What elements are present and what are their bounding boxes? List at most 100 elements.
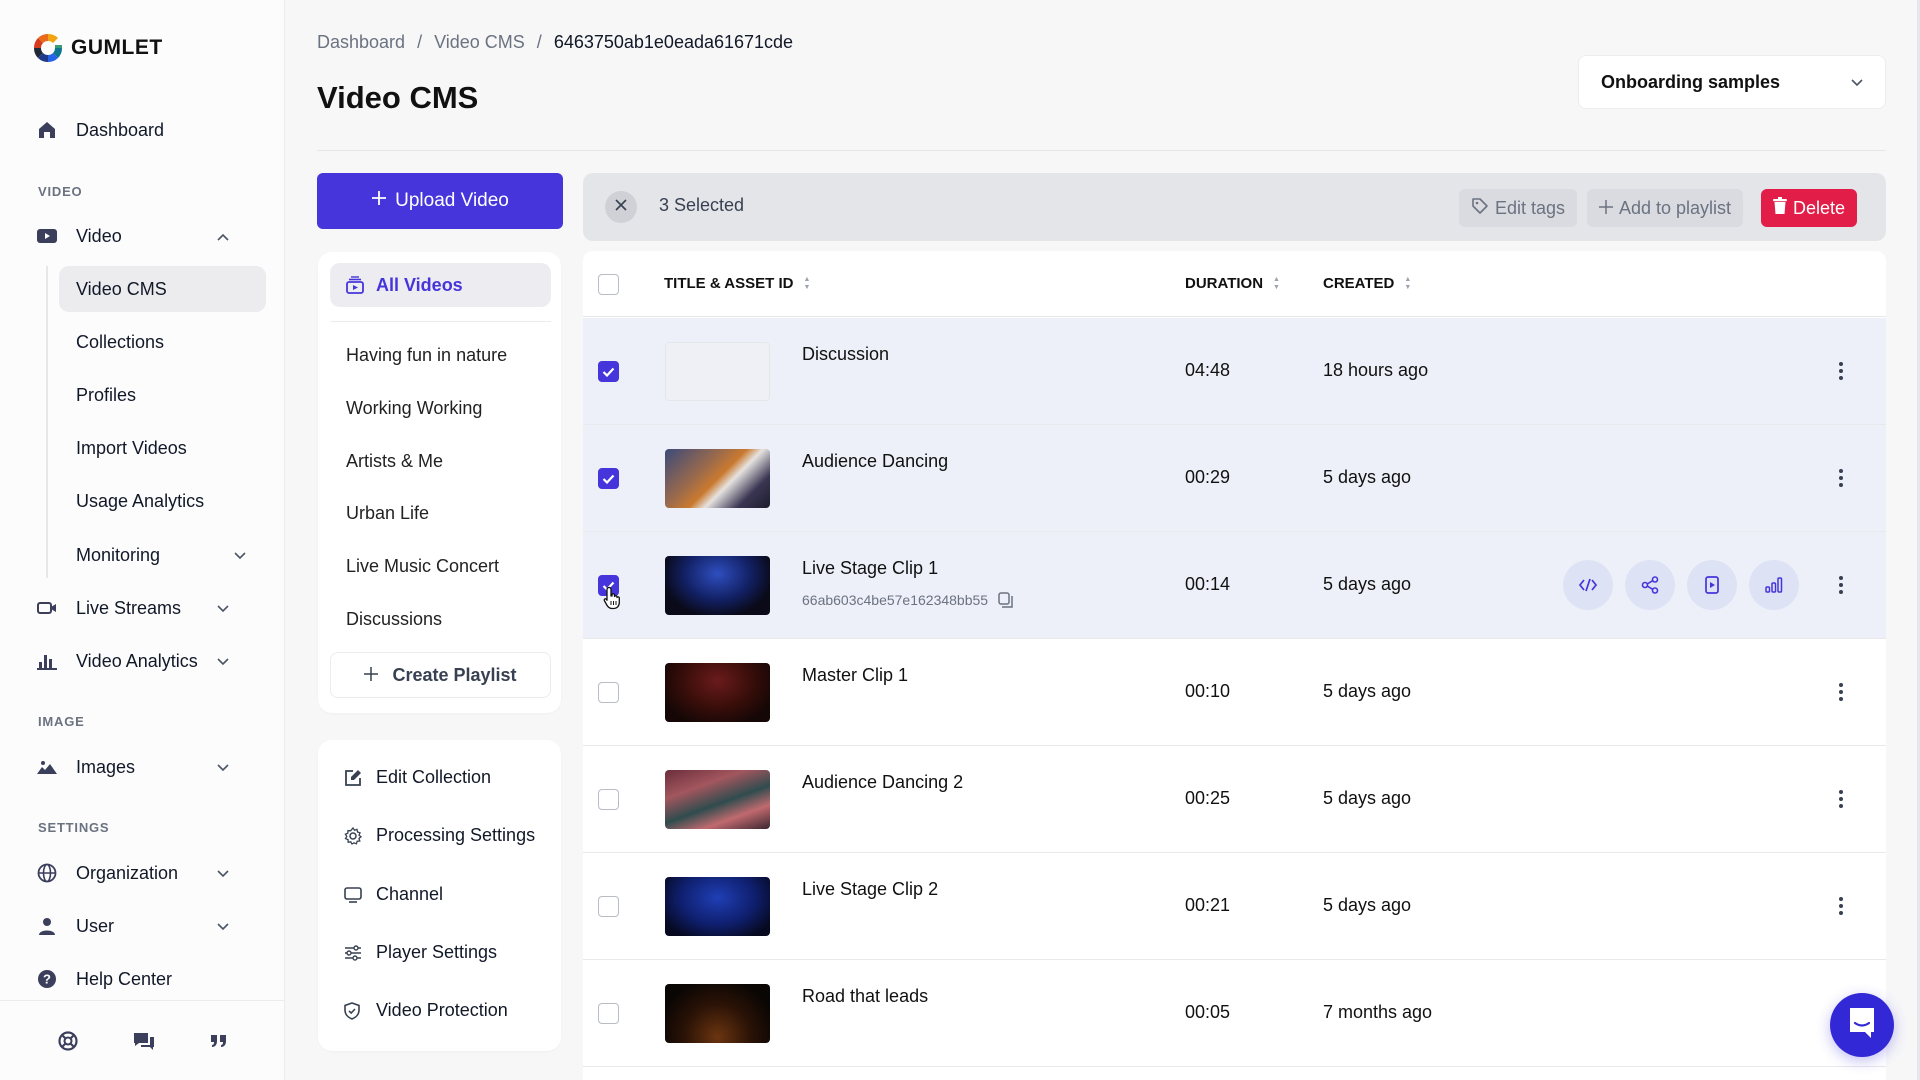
bar-chart-icon (36, 650, 58, 672)
more-options-icon[interactable] (1832, 572, 1850, 598)
video-title[interactable]: Discussion (802, 344, 889, 365)
monitor-icon (344, 886, 364, 903)
video-title[interactable]: Live Stage Clip 2 (802, 879, 938, 900)
row-checkbox[interactable] (598, 1003, 619, 1024)
sidebar-item-video[interactable]: Video (36, 214, 251, 258)
video-thumbnail[interactable] (665, 877, 770, 936)
more-options-icon[interactable] (1832, 465, 1850, 491)
playlist-item[interactable]: Urban Life (346, 503, 429, 524)
chevron-down-icon (1851, 74, 1863, 90)
analytics-button[interactable] (1749, 560, 1799, 610)
sidebar-item-import-videos[interactable]: Import Videos (59, 425, 266, 471)
column-header-label: DURATION (1185, 275, 1264, 292)
video-title[interactable]: Audience Dancing (802, 451, 948, 472)
column-header-title[interactable]: TITLE & ASSET ID ▲ ▼ (664, 275, 810, 292)
table-row[interactable]: Audience Dancing 2 00:25 5 days ago (583, 746, 1886, 853)
sidebar-item-monitoring[interactable]: Monitoring (59, 532, 266, 578)
plus-icon (364, 664, 379, 687)
video-thumbnail[interactable] (665, 556, 770, 615)
row-checkbox[interactable] (598, 682, 619, 703)
gumlet-logo-icon (33, 33, 63, 63)
select-all-checkbox[interactable] (598, 274, 619, 295)
table-row[interactable]: Road that leads 00:05 7 months ago (583, 960, 1886, 1067)
sidebar-item-profiles[interactable]: Profiles (59, 372, 266, 418)
playlist-all-videos[interactable]: All Videos (330, 263, 551, 307)
more-options-icon[interactable] (1832, 358, 1850, 384)
sidebar-item-user[interactable]: User (36, 904, 251, 948)
column-header-duration[interactable]: DURATION ▲ ▼ (1185, 275, 1280, 292)
player-settings-link[interactable]: Player Settings (344, 942, 497, 963)
video-thumbnail[interactable] (665, 449, 770, 508)
quote-icon[interactable] (210, 1034, 228, 1048)
sidebar-item-images[interactable]: Images (36, 745, 251, 789)
more-options-icon[interactable] (1832, 679, 1850, 705)
row-checkbox[interactable] (598, 575, 619, 596)
playlist-item[interactable]: Having fun in nature (346, 345, 507, 366)
sidebar-item-label: User (76, 915, 115, 936)
channel-link[interactable]: Channel (344, 884, 443, 905)
video-thumbnail[interactable] (665, 342, 770, 401)
share-button[interactable] (1625, 560, 1675, 610)
collection-select[interactable]: Onboarding samples (1578, 55, 1886, 109)
row-checkbox[interactable] (598, 896, 619, 917)
lifebuoy-icon[interactable] (57, 1030, 78, 1051)
sidebar-item-video-analytics[interactable]: Video Analytics (36, 639, 251, 683)
video-title[interactable]: Audience Dancing 2 (802, 772, 963, 793)
row-checkbox[interactable] (598, 789, 619, 810)
video-play-icon (36, 225, 58, 247)
video-title[interactable]: Road that leads (802, 986, 928, 1007)
row-checkbox[interactable] (598, 361, 619, 382)
column-header-created[interactable]: CREATED ▲ ▼ (1323, 275, 1411, 292)
video-title[interactable]: Master Clip 1 (802, 665, 908, 686)
playlist-item[interactable]: Discussions (346, 609, 442, 630)
table-row[interactable]: Live Stage Clip 2 00:21 5 days ago (583, 853, 1886, 960)
table-row[interactable]: Discussion 04:48 18 hours ago (583, 318, 1886, 425)
gear-icon (344, 826, 364, 845)
sidebar-item-video-cms[interactable]: Video CMS (59, 266, 266, 312)
delete-button[interactable]: Delete (1761, 189, 1858, 227)
video-thumbnail[interactable] (665, 663, 770, 722)
processing-settings-link[interactable]: Processing Settings (344, 825, 535, 846)
sidebar-item-dashboard[interactable]: Dashboard (36, 108, 251, 152)
all-videos-label: All Videos (376, 274, 463, 295)
sidebar-item-collections[interactable]: Collections (59, 319, 266, 365)
more-options-icon[interactable] (1832, 786, 1850, 812)
logo[interactable]: GUMLET (33, 33, 163, 63)
play-preview-button[interactable] (1687, 560, 1737, 610)
help-circle-icon: ? (36, 968, 58, 990)
clear-selection-button[interactable] (605, 191, 637, 223)
column-header-label: CREATED (1323, 275, 1395, 292)
upload-video-button[interactable]: Upload Video (317, 173, 563, 229)
breadcrumb-dashboard[interactable]: Dashboard (317, 32, 405, 53)
video-thumbnail[interactable] (665, 770, 770, 829)
sidebar-item-help-center[interactable]: ? Help Center (36, 957, 251, 1001)
row-checkbox[interactable] (598, 468, 619, 489)
section-label-video: VIDEO (38, 184, 83, 199)
sidebar-item-label: Video (76, 225, 122, 246)
copy-icon[interactable] (998, 592, 1013, 608)
chat-icon[interactable] (133, 1031, 155, 1051)
tag-icon (1471, 197, 1489, 220)
edit-collection-link[interactable]: Edit Collection (344, 767, 491, 788)
table-row[interactable]: Master Clip 1 00:10 5 days ago (583, 639, 1886, 746)
support-chat-button[interactable] (1830, 993, 1894, 1057)
embed-code-button[interactable] (1563, 560, 1613, 610)
table-row[interactable]: Live Stage Clip 1 66ab603c4be57e162348bb5… (583, 532, 1886, 639)
video-title[interactable]: Live Stage Clip 1 (802, 558, 938, 579)
sidebar-item-usage-analytics[interactable]: Usage Analytics (59, 478, 266, 524)
video-thumbnail[interactable] (665, 984, 770, 1043)
sidebar-item-live-streams[interactable]: Live Streams (36, 586, 251, 630)
playlist-item[interactable]: Working Working (346, 398, 482, 419)
create-playlist-button[interactable]: Create Playlist (330, 652, 551, 698)
video-protection-link[interactable]: Video Protection (344, 1000, 508, 1021)
playlist-item[interactable]: Artists & Me (346, 451, 443, 472)
more-options-icon[interactable] (1832, 893, 1850, 919)
collection-select-value: Onboarding samples (1601, 71, 1781, 92)
channel-label: Channel (376, 884, 444, 904)
edit-tags-button[interactable]: Edit tags (1459, 189, 1578, 227)
table-row[interactable]: Audience Dancing 00:29 5 days ago (583, 425, 1886, 532)
playlist-item[interactable]: Live Music Concert (346, 556, 499, 577)
breadcrumb-video-cms[interactable]: Video CMS (434, 32, 525, 53)
add-to-playlist-button[interactable]: Add to playlist (1587, 189, 1744, 227)
sidebar-item-organization[interactable]: Organization (36, 851, 251, 895)
